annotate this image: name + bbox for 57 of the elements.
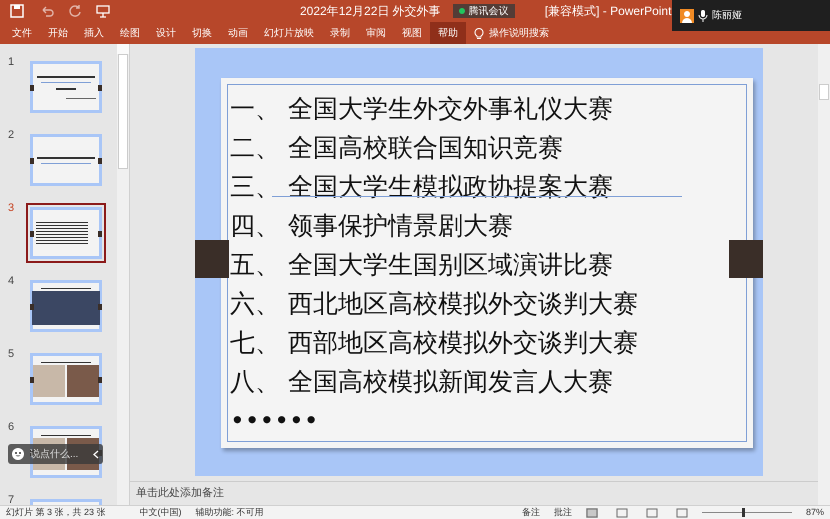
ribbon-tab[interactable]: 审阅: [358, 22, 394, 44]
participant-name: 陈丽娅: [712, 9, 742, 23]
slide-text: 一、 全国大学生外交外事礼仪大赛: [230, 93, 613, 125]
chat-input[interactable]: 说点什么...: [8, 444, 103, 464]
slide-text: 六、 西北地区高校模拟外交谈判大赛: [230, 288, 638, 320]
window-title: [兼容模式] - PowerPoint: [544, 3, 672, 20]
ribbon-tab[interactable]: 录制: [322, 22, 358, 44]
emoji-icon[interactable]: [12, 448, 24, 460]
presenter-icon[interactable]: [96, 4, 110, 18]
zoom-level[interactable]: 87%: [806, 506, 824, 519]
ribbon-tab[interactable]: 帮助: [430, 22, 466, 44]
slide-number: 2: [8, 130, 16, 141]
slide-number: 4: [8, 276, 16, 287]
side-tab-decoration: [195, 240, 229, 278]
slide-text: ••••••: [230, 405, 318, 437]
comments-button[interactable]: 批注: [554, 506, 572, 519]
ribbon-tab[interactable]: 开始: [40, 22, 76, 44]
slide-thumbnail[interactable]: [26, 203, 106, 263]
notes-button[interactable]: 备注: [522, 506, 540, 519]
slide-number: 1: [8, 57, 16, 68]
reading-view-icon[interactable]: [646, 508, 658, 518]
ribbon-tab[interactable]: 文件: [4, 22, 40, 44]
ribbon-tab[interactable]: 视图: [394, 22, 430, 44]
save-icon[interactable]: [10, 4, 24, 18]
notes-field[interactable]: 单击此处添加备注: [136, 485, 224, 502]
slide-number: 6: [8, 422, 16, 433]
slide-text: 二、 全国高校联合国知识竞赛: [230, 132, 563, 164]
ribbon-tab[interactable]: 幻灯片放映: [256, 22, 322, 44]
slide-number: 3: [8, 203, 16, 214]
slide-text: 五、 全国大学生国别区域演讲比赛: [230, 249, 613, 281]
slide-number: 7: [8, 495, 16, 505]
search-field[interactable]: 操作说明搜索: [489, 26, 549, 40]
ribbon-tab[interactable]: 切换: [184, 22, 220, 44]
ribbon-tab[interactable]: 插入: [76, 22, 112, 44]
slide-number: 5: [8, 349, 16, 360]
side-tab-decoration: [729, 240, 763, 278]
slide-counter: 幻灯片 第 3 张，共 23 张: [6, 506, 106, 519]
accessibility-label[interactable]: 辅助功能: 不可用: [196, 506, 264, 519]
ribbon-tab[interactable]: 绘图: [112, 22, 148, 44]
slide-text: 四、 领事保护情景剧大赛: [230, 210, 513, 242]
sorter-view-icon[interactable]: [616, 508, 628, 518]
language-label[interactable]: 中文(中国): [140, 506, 182, 519]
lightbulb-icon: [474, 27, 484, 39]
window-title: 2022年12月22日 外交外事: [300, 3, 441, 20]
slider-thumb[interactable]: [742, 508, 746, 517]
redo-icon[interactable]: [68, 4, 82, 18]
ribbon-tab[interactable]: 设计: [148, 22, 184, 44]
avatar-icon: [680, 8, 694, 22]
ribbon-tab[interactable]: 动画: [220, 22, 256, 44]
slideshow-icon[interactable]: [676, 508, 688, 518]
slide-text: 七、 西部地区高校模拟外交谈判大赛: [230, 327, 638, 359]
microphone-icon[interactable]: [698, 10, 708, 22]
chevron-left-icon[interactable]: [93, 450, 99, 458]
slide-text: 八、 全国高校模拟新闻发言人大赛: [230, 366, 613, 398]
meeting-indicator: 腾讯会议: [452, 4, 515, 18]
undo-icon[interactable]: [40, 4, 54, 18]
normal-view-icon[interactable]: [586, 508, 598, 518]
